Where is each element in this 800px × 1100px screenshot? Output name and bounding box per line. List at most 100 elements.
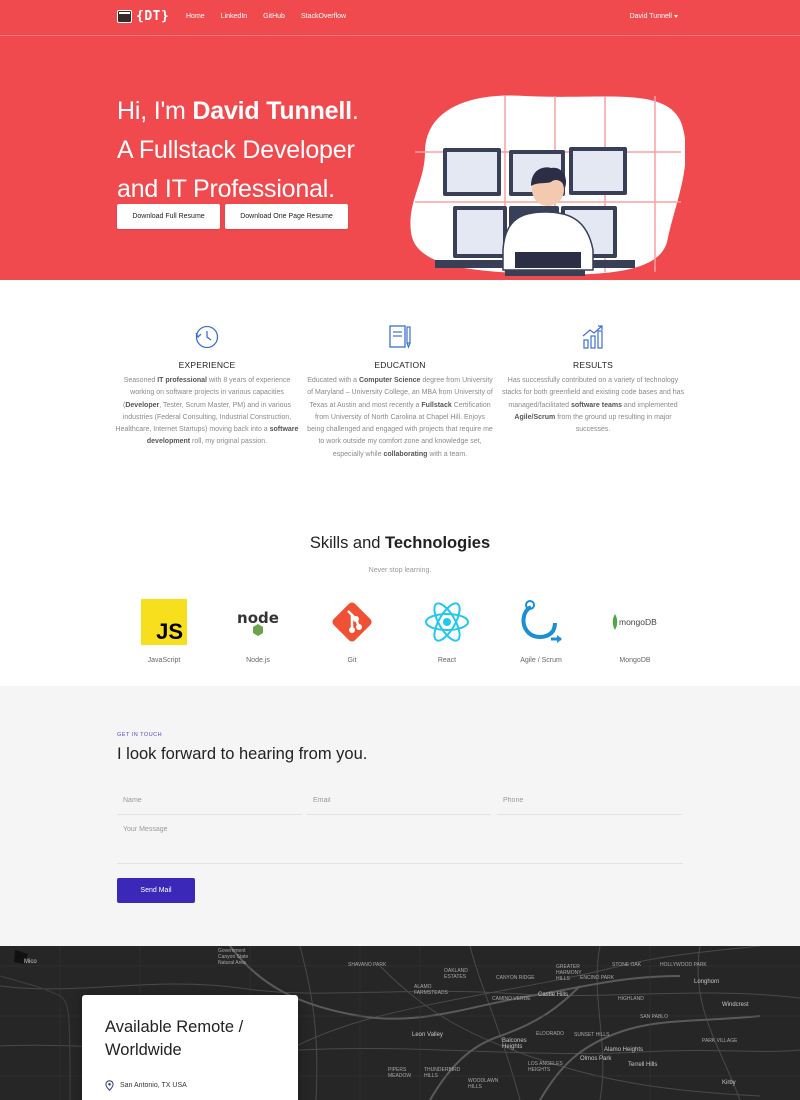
send-mail-button[interactable]: Send Mail (117, 878, 195, 903)
user-menu[interactable]: David Tunnell (630, 13, 678, 20)
feature-body: Has successfully contributed on a variet… (500, 375, 686, 436)
skill-mongodb: mongoDB MongoDB (588, 598, 682, 664)
mongodb-logo-icon: mongoDB (588, 598, 682, 646)
map-label: STONE OAK (612, 962, 642, 968)
body-text: roll, my original passion. (190, 438, 268, 446)
map-label: ALAMO FARMSTEADS (414, 984, 448, 996)
map-label: Longhorn (694, 979, 720, 985)
email-field[interactable] (307, 787, 491, 814)
map-label: HOLLYWOOD PARK (660, 962, 707, 968)
download-one-page-resume-button[interactable]: Download One Page Resume (225, 204, 348, 229)
skill-git: Git (305, 598, 399, 664)
skill-label: MongoDB (619, 657, 651, 664)
map-pin-icon (105, 1080, 114, 1091)
bar-chart-growth-icon (500, 322, 686, 352)
phone-field[interactable] (497, 787, 682, 814)
email-field-wrapper (307, 787, 491, 815)
map-label: THUNDERBIRD HILLS (424, 1067, 461, 1079)
skill-label: Node.js (246, 657, 270, 664)
nav-links: Home LinkedIn GitHub StackOverflow (186, 13, 346, 20)
feature-title: EXPERIENCE (178, 360, 236, 370)
message-field-wrapper (117, 816, 683, 864)
skills-subtitle: Never stop learning. (368, 567, 432, 574)
map-label: SHAVANO PARK (348, 962, 387, 968)
download-full-resume-button[interactable]: Download Full Resume (117, 204, 220, 229)
skills-heading-prefix: Skills and (309, 534, 386, 552)
features-section: EXPERIENCE Seasoned IT professional with… (0, 280, 800, 500)
nav-link-github[interactable]: GitHub (263, 13, 285, 20)
monitor-icon (117, 10, 132, 23)
skill-nodejs: node Node.js (211, 598, 305, 664)
nav-link-stackoverflow[interactable]: StackOverflow (301, 13, 346, 20)
body-text: Seasoned (123, 377, 158, 384)
map-label: CANYON RIDGE (496, 975, 535, 981)
body-text: with a team. (427, 450, 468, 458)
notebook-pencil-icon (307, 322, 493, 352)
message-field[interactable] (117, 816, 683, 863)
emphasis-text: collaborating (383, 450, 428, 458)
location-row: San Antonio, TX USA (105, 1080, 187, 1091)
skills-heading-bold: Technologies (385, 534, 491, 552)
feature-title: EDUCATION (374, 360, 426, 370)
body-text: Educated with a (307, 377, 359, 384)
map-label: LOS ANGELES HEIGHTS (528, 1061, 563, 1073)
location-card: Available Remote / Worldwide San Antonio… (82, 995, 298, 1100)
agile-cycle-icon (494, 598, 588, 646)
hero-section: Hi, I'm David Tunnell. A Fullstack Devel… (0, 36, 800, 280)
body-text: from the ground up resulting in major su… (555, 413, 672, 434)
contact-section: GET IN TOUCH I look forward to hearing f… (0, 686, 800, 946)
feature-results: RESULTS Has successfully contributed on … (500, 322, 686, 436)
javascript-logo-icon: JS (117, 598, 211, 646)
brand-logo[interactable]: {DT} (117, 9, 169, 24)
map-label: Olmos Park (580, 1056, 612, 1062)
feature-title: RESULTS (573, 360, 613, 370)
mongodb-logo-text: mongoDB (619, 617, 657, 627)
hero-role-line: A Fullstack Developer (117, 136, 355, 164)
map-label: CAMINO VERDE (492, 996, 531, 1002)
top-navbar: {DT} Home LinkedIn GitHub StackOverflow … (0, 0, 800, 36)
hero-heading: Hi, I'm David Tunnell. A Fullstack Devel… (117, 92, 359, 209)
map-label: GREATER HARMONY HILLS (556, 964, 582, 982)
hero-period: . (351, 97, 359, 125)
map-label: PARK VILLAGE (702, 1038, 738, 1044)
name-field[interactable] (117, 787, 302, 814)
map-label: Mico (24, 959, 37, 965)
map-label: Balcones Heights (502, 1038, 527, 1050)
skill-label: JavaScript (147, 657, 181, 664)
map-label: HIGHLAND (618, 996, 644, 1002)
hero-buttons: Download Full Resume Download One Page R… (117, 204, 348, 229)
nav-link-linkedin[interactable]: LinkedIn (221, 13, 247, 20)
skills-heading: Skills and Technologies (0, 534, 800, 553)
map-label: Leon Valley (412, 1032, 443, 1038)
skill-label: Git (347, 657, 357, 664)
skill-react: React (400, 598, 494, 664)
map-label: SUNSET HILLS (574, 1032, 610, 1038)
map-label: Castle Hills (538, 992, 569, 998)
map-label: WOODLAWN HILLS (468, 1078, 499, 1090)
hero-greeting: Hi, I'm (117, 97, 193, 125)
map-label: Government Canyon State Natural Area (218, 948, 249, 966)
git-logo-icon (305, 598, 399, 646)
emphasis-text: software teams (571, 401, 622, 409)
contact-title: I look forward to hearing from you. (117, 745, 368, 763)
map-label: Kirby (722, 1080, 736, 1086)
skill-label: React (437, 657, 457, 664)
hero-name: David Tunnell (192, 97, 352, 125)
brand-text: {DT} (136, 9, 170, 24)
map-label: Alamo Heights (604, 1047, 644, 1053)
history-icon (114, 322, 300, 352)
developer-illustration (410, 95, 685, 276)
nav-link-home[interactable]: Home (186, 13, 205, 20)
emphasis-text: Fullstack (421, 401, 452, 409)
emphasis-text: IT professional (157, 377, 207, 384)
feature-body: Educated with a Computer Science degree … (307, 375, 493, 461)
emphasis-text: Agile/Scrum (514, 413, 556, 421)
body-text: and implemented (621, 401, 678, 409)
map-label: OAKLAND ESTATES (444, 968, 468, 980)
availability-title: Available Remote / Worldwide (105, 1018, 244, 1059)
map-label: PIPERS MEADOW (388, 1067, 412, 1079)
map-label: Windcrest (722, 1002, 749, 1008)
contact-kicker: GET IN TOUCH (117, 732, 163, 738)
map-label: Terrell Hills (628, 1062, 658, 1068)
user-name: David Tunnell (629, 13, 672, 20)
